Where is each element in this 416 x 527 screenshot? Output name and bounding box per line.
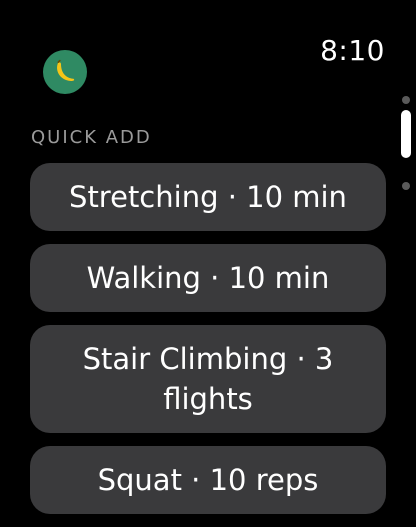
scroll-indicator	[400, 94, 412, 194]
quick-add-item-stretching[interactable]: Stretching · 10 min	[30, 163, 386, 231]
app-icon[interactable]	[43, 50, 87, 94]
quick-add-item-walking[interactable]: Walking · 10 min	[30, 244, 386, 312]
quick-add-item-stair-climbing[interactable]: Stair Climbing · 3 flights	[30, 325, 386, 433]
quick-add-item-squat[interactable]: Squat · 10 reps	[30, 446, 386, 514]
scroll-indicator-thumb	[401, 110, 411, 158]
section-title: QUICK ADD	[31, 127, 152, 148]
quick-add-item-label: Squat · 10 reps	[97, 463, 319, 497]
scroll-indicator-top-dot	[402, 96, 410, 104]
banana-icon	[57, 59, 75, 82]
quick-add-item-label: Stretching · 10 min	[69, 180, 347, 214]
quick-add-list: Stretching · 10 min Walking · 10 min Sta…	[30, 163, 386, 527]
quick-add-item-label: Walking · 10 min	[86, 261, 330, 295]
scroll-indicator-bottom-dot	[402, 182, 410, 190]
clock-time: 8:10	[320, 34, 385, 67]
quick-add-item-label: Stair Climbing · 3 flights	[82, 342, 334, 416]
